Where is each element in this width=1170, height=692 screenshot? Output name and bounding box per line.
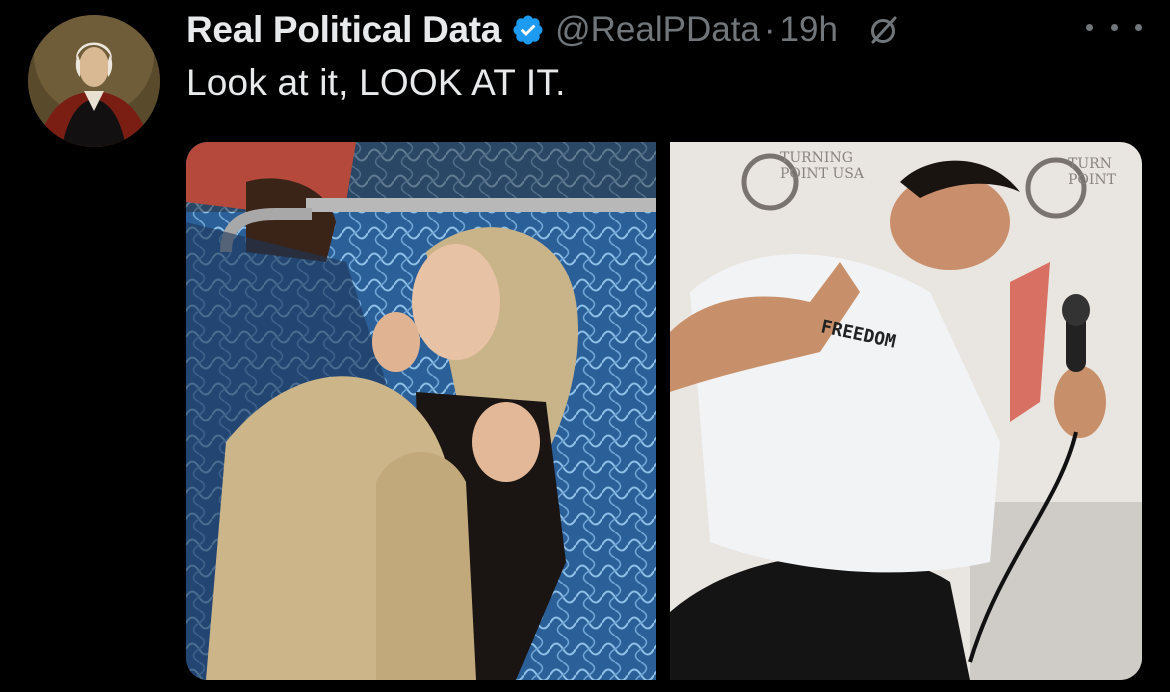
photo-woman-on-train-icon bbox=[186, 142, 656, 680]
tweet-header: Real Political Data @RealPData · 19h bbox=[186, 4, 900, 56]
grok-icon[interactable] bbox=[868, 14, 900, 46]
more-dot bbox=[1110, 23, 1118, 31]
tweet[interactable]: Real Political Data @RealPData · 19h Loo… bbox=[0, 0, 1170, 692]
verified-badge-icon[interactable] bbox=[511, 13, 545, 47]
backdrop-text-1: TURNING bbox=[780, 150, 853, 166]
author-avatar[interactable] bbox=[28, 15, 160, 147]
backdrop-text-3: TURN bbox=[1068, 156, 1112, 172]
media-photo-right[interactable]: TURNING POINT USA TURN POINT FREEDOM bbox=[670, 142, 1142, 680]
portrait-avatar-icon bbox=[28, 15, 160, 147]
backdrop-text-2: POINT USA bbox=[780, 166, 865, 182]
backdrop-text-4: POINT bbox=[1068, 172, 1117, 188]
author-handle[interactable]: @RealPData bbox=[555, 10, 760, 50]
media-photo-left[interactable] bbox=[186, 142, 656, 680]
tweet-timestamp[interactable]: 19h bbox=[780, 10, 838, 50]
more-dot bbox=[1135, 23, 1142, 31]
tweet-text: Look at it, LOOK AT IT. bbox=[186, 62, 566, 103]
author-display-name[interactable]: Real Political Data bbox=[186, 9, 501, 51]
separator-dot: · bbox=[763, 10, 776, 49]
tweet-media[interactable]: TURNING POINT USA TURN POINT FREEDOM bbox=[186, 142, 1142, 680]
more-options-icon[interactable] bbox=[1086, 12, 1142, 42]
more-dot bbox=[1086, 23, 1093, 31]
photo-man-with-microphone-icon: TURNING POINT USA TURN POINT FREEDOM bbox=[670, 142, 1142, 680]
